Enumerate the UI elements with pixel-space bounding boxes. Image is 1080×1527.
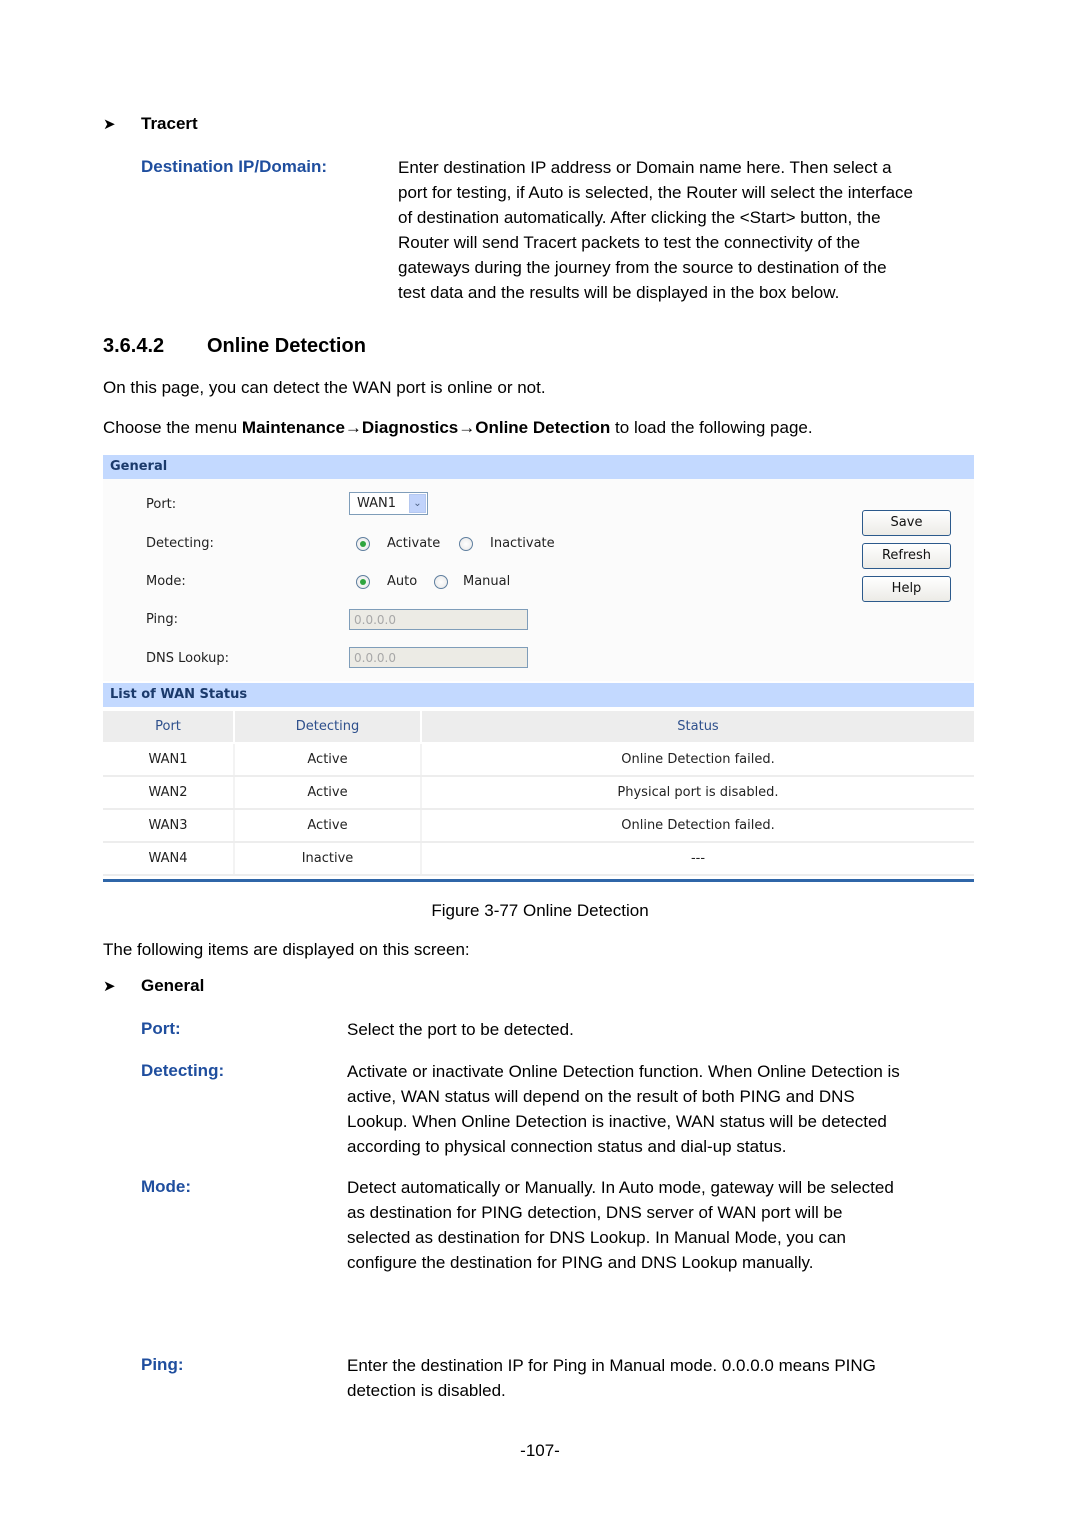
desc-line: selected as destination for DNS Lookup. … <box>347 1228 846 1247</box>
page-number: -107- <box>520 1441 560 1460</box>
desc-detecting: Activate or inactivate Online Detection … <box>347 1059 968 1159</box>
cell-detecting: Active <box>234 809 422 843</box>
port-label: Port: <box>146 497 177 512</box>
section-number: 3.6.4.2 <box>103 335 165 357</box>
desc-line: configure the destination for PING and D… <box>347 1253 814 1272</box>
term-detecting: Detecting: <box>141 1061 225 1080</box>
desc-line: Activate or inactivate Online Detection … <box>347 1062 900 1081</box>
arrow-bullet-icon: ➤ <box>103 978 116 995</box>
cell-port: WAN2 <box>103 776 235 810</box>
desc-destination-ip: Enter destination IP address or Domain n… <box>398 155 970 305</box>
cell-status: --- <box>421 842 974 876</box>
column-header-detecting: Detecting <box>234 711 422 744</box>
detecting-activate-label: Activate <box>387 536 441 551</box>
help-button[interactable]: Help <box>862 576 951 602</box>
table-row: WAN4 Inactive --- <box>103 842 974 876</box>
desc-line: Enter the destination IP for Ping in Man… <box>347 1356 876 1375</box>
figure-caption: Figure 3-77 Online Detection <box>431 901 649 920</box>
table-row: WAN2 Active Physical port is disabled. <box>103 776 974 810</box>
arrow-bullet-icon: ➤ <box>103 116 116 133</box>
desc-line: gateways during the journey from the sou… <box>398 258 887 277</box>
mode-auto-radio[interactable] <box>356 575 370 589</box>
menu-instruction: Choose the menu Maintenance→Diagnostics→… <box>103 415 813 440</box>
ping-label: Ping: <box>146 612 179 627</box>
term-mode: Mode: <box>141 1177 192 1196</box>
desc-ping: Enter the destination IP for Ping in Man… <box>347 1353 968 1403</box>
desc-line: test data and the results will be displa… <box>398 283 840 302</box>
desc-port: Select the port to be detected. <box>347 1020 574 1039</box>
mode-auto-label: Auto <box>387 574 418 589</box>
desc-line: active, WAN status will depend on the re… <box>347 1087 855 1106</box>
column-header-status: Status <box>421 711 974 744</box>
items-intro: The following items are displayed on thi… <box>103 940 470 959</box>
desc-line: Detect automatically or Manually. In Aut… <box>347 1178 894 1197</box>
desc-line: Enter destination IP address or Domain n… <box>398 158 892 177</box>
table-header-row: Port Detecting Status <box>103 711 974 744</box>
desc-line: Lookup. When Online Detection is inactiv… <box>347 1112 887 1131</box>
cell-detecting: Active <box>234 743 422 777</box>
desc-line: port for testing, if Auto is selected, t… <box>398 183 913 202</box>
cell-status: Online Detection failed. <box>421 743 974 777</box>
ping-input[interactable] <box>349 609 528 630</box>
mode-manual-label: Manual <box>463 574 511 589</box>
cell-detecting: Active <box>234 776 422 810</box>
desc-line: according to physical connection status … <box>347 1137 787 1156</box>
desc-mode: Detect automatically or Manually. In Aut… <box>347 1175 968 1275</box>
desc-line: of destination automatically. After clic… <box>398 208 881 227</box>
online-detection-ui: General Port: WAN1 ⌄ Detecting: Activate… <box>103 455 974 885</box>
term-port: Port: <box>141 1019 181 1038</box>
cell-port: WAN4 <box>103 842 235 876</box>
mode-label: Mode: <box>146 574 186 589</box>
port-select[interactable]: WAN1 ⌄ <box>349 492 428 515</box>
wan-status-section-header: List of WAN Status <box>103 683 974 707</box>
section-title: Online Detection <box>207 335 366 357</box>
dns-lookup-input[interactable] <box>349 647 528 668</box>
cell-status: Online Detection failed. <box>421 809 974 843</box>
detecting-inactivate-label: Inactivate <box>490 536 555 551</box>
table-row: WAN1 Active Online Detection failed. <box>103 743 974 777</box>
desc-line: as destination for PING detection, DNS s… <box>347 1203 843 1222</box>
general-heading: General <box>141 976 205 995</box>
cell-port: WAN3 <box>103 809 235 843</box>
detecting-inactivate-radio[interactable] <box>459 537 473 551</box>
detecting-label: Detecting: <box>146 536 214 551</box>
section-heading: 3.6.4.2 Online Detection <box>103 335 366 358</box>
dns-lookup-label: DNS Lookup: <box>146 651 230 666</box>
refresh-button[interactable]: Refresh <box>862 543 951 569</box>
desc-line: detection is disabled. <box>347 1381 506 1400</box>
table-row: WAN3 Active Online Detection failed. <box>103 809 974 843</box>
port-select-value: WAN1 <box>357 496 397 511</box>
general-panel <box>103 479 974 681</box>
section-intro: On this page, you can detect the WAN por… <box>103 378 546 397</box>
cell-port: WAN1 <box>103 743 235 777</box>
menu-prefix: Choose the menu <box>103 418 242 437</box>
detecting-activate-radio[interactable] <box>356 537 370 551</box>
menu-path: Maintenance→Diagnostics→Online Detection <box>241 418 611 437</box>
term-destination-ip: Destination IP/Domain: <box>141 157 328 176</box>
menu-suffix: to load the following page. <box>610 418 813 437</box>
cell-status: Physical port is disabled. <box>421 776 974 810</box>
tracert-heading: Tracert <box>141 114 198 133</box>
general-section-header: General <box>103 455 974 479</box>
chevron-down-icon[interactable]: ⌄ <box>409 494 426 513</box>
wan-status-table: Port Detecting Status WAN1 Active Online… <box>103 711 974 876</box>
mode-manual-radio[interactable] <box>434 575 448 589</box>
save-button[interactable]: Save <box>862 510 951 536</box>
tracert-bullet: ➤ Tracert <box>103 114 198 134</box>
cell-detecting: Inactive <box>234 842 422 876</box>
bottom-divider <box>103 879 974 882</box>
general-bullet: ➤ General <box>103 976 204 996</box>
term-ping: Ping: <box>141 1355 184 1374</box>
column-header-port: Port <box>103 711 235 744</box>
desc-line: Router will send Tracert packets to test… <box>398 233 861 252</box>
